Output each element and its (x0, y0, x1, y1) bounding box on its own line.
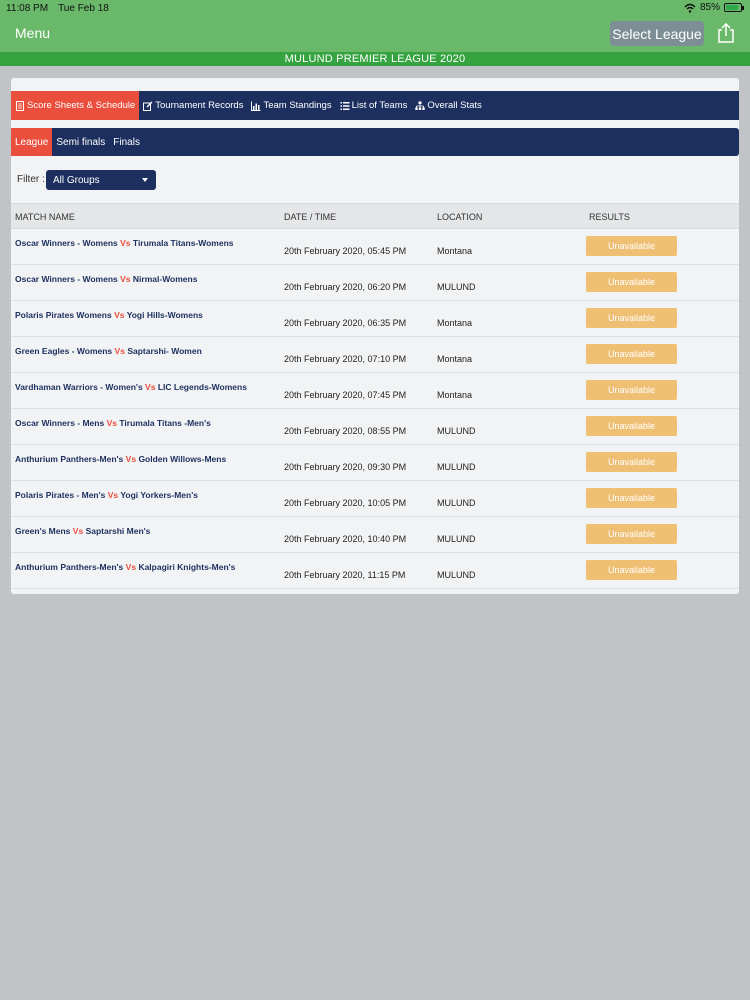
match-datetime: 20th February 2020, 08:55 PM (284, 426, 407, 436)
bar-chart-icon (251, 101, 261, 111)
tab-list-of-teams[interactable]: List of Teams (336, 91, 412, 120)
result-button[interactable]: Unavailable (586, 344, 677, 364)
league-title-banner: MULUND PREMIER LEAGUE 2020 (0, 52, 750, 66)
table-row: Green Eagles - Womens Vs Saptarshi- Wome… (11, 337, 739, 373)
match-datetime: 20th February 2020, 07:10 PM (284, 354, 407, 364)
match-datetime: 20th February 2020, 11:15 PM (284, 570, 406, 580)
filter-selected-value: All Groups (53, 174, 100, 186)
match-name[interactable]: Vardhaman Warriors - Women's Vs LIC Lege… (15, 382, 247, 392)
status-time: 11:08 PM (6, 2, 49, 14)
result-button[interactable]: Unavailable (586, 560, 677, 580)
match-location: Montana (437, 318, 473, 328)
select-league-button[interactable]: Select League (610, 21, 704, 46)
table-row: Polaris Pirates Womens Vs Yogi Hills-Wom… (11, 301, 739, 337)
match-location: Montana (437, 246, 473, 256)
match-location: MULUND (437, 282, 476, 292)
table-row: Green's Mens Vs Saptarshi Men's 20th Feb… (11, 517, 739, 553)
match-name[interactable]: Polaris Pirates Womens Vs Yogi Hills-Wom… (15, 310, 203, 320)
match-location: Montana (437, 354, 473, 364)
table-row: Anthurium Panthers-Men's Vs Kalpagiri Kn… (11, 553, 739, 589)
schedule-card: Score Sheets & Schedule Tournament Recor… (11, 78, 739, 594)
share-icon[interactable] (717, 23, 735, 43)
result-button[interactable]: Unavailable (586, 236, 677, 256)
battery-percent: 85% (699, 2, 720, 13)
match-datetime: 20th February 2020, 09:30 PM (284, 462, 407, 472)
group-filter-select[interactable]: All Groups (46, 170, 156, 190)
filter-label: Filter : (17, 174, 45, 185)
header-date-time: DATE / TIME (284, 212, 337, 222)
status-bar: 11:08 PM Tue Feb 18 85% (0, 0, 750, 16)
document-icon (16, 100, 24, 111)
match-datetime: 20th February 2020, 10:05 PM (284, 498, 407, 508)
top-bar: 11:08 PM Tue Feb 18 85% Menu Select Leag… (0, 0, 750, 52)
subtab-league[interactable]: League (11, 128, 53, 156)
main-tab-bar: Score Sheets & Schedule Tournament Recor… (11, 91, 739, 120)
match-location: MULUND (437, 498, 476, 508)
subtab-semi-finals[interactable]: Semi finals (52, 128, 109, 156)
stage-tab-bar: League Semi finals Finals (11, 128, 739, 156)
tab-label: Tournament Records (155, 100, 244, 111)
match-datetime: 20th February 2020, 05:45 PM (284, 246, 407, 256)
match-table-body: Oscar Winners - Womens Vs Tirumala Titan… (11, 229, 739, 589)
match-location: Montana (437, 390, 473, 400)
result-button[interactable]: Unavailable (586, 308, 677, 328)
match-name[interactable]: Anthurium Panthers-Men's Vs Kalpagiri Kn… (15, 562, 235, 572)
status-right: 85% (684, 2, 744, 13)
tab-label: Team Standings (263, 100, 332, 111)
match-name[interactable]: Anthurium Panthers-Men's Vs Golden Willo… (15, 454, 226, 464)
tab-label: Score Sheets & Schedule (27, 100, 136, 111)
result-button[interactable]: Unavailable (586, 524, 677, 544)
match-name[interactable]: Oscar Winners - Mens Vs Tirumala Titans … (15, 418, 211, 428)
match-location: MULUND (437, 570, 476, 580)
header-results: RESULTS (589, 212, 630, 222)
tab-tournament-records[interactable]: Tournament Records (139, 91, 247, 120)
edit-icon (143, 101, 153, 111)
match-location: MULUND (437, 462, 476, 472)
match-datetime: 20th February 2020, 06:35 PM (284, 318, 407, 328)
tab-label: List of Teams (351, 100, 408, 111)
tab-overall-stats[interactable]: Overall Stats (411, 91, 485, 120)
table-row: Vardhaman Warriors - Women's Vs LIC Lege… (11, 373, 739, 409)
table-row: Oscar Winners - Mens Vs Tirumala Titans … (11, 409, 739, 445)
match-location: MULUND (437, 534, 476, 544)
subtab-finals[interactable]: Finals (109, 128, 144, 156)
match-name[interactable]: Oscar Winners - Womens Vs Tirumala Titan… (15, 238, 234, 248)
table-row: Oscar Winners - Womens Vs Nirmal-Womens … (11, 265, 739, 301)
match-location: MULUND (437, 426, 476, 436)
table-row: Oscar Winners - Womens Vs Tirumala Titan… (11, 229, 739, 265)
table-row: Anthurium Panthers-Men's Vs Golden Willo… (11, 445, 739, 481)
match-name[interactable]: Green Eagles - Womens Vs Saptarshi- Wome… (15, 346, 202, 356)
header-location: LOCATION (437, 212, 483, 222)
table-header: MATCH NAME DATE / TIME LOCATION RESULTS (11, 203, 739, 229)
tab-label: Overall Stats (427, 100, 482, 111)
result-button[interactable]: Unavailable (586, 380, 677, 400)
table-row: Polaris Pirates - Men's Vs Yogi Yorkers-… (11, 481, 739, 517)
tab-score-sheets[interactable]: Score Sheets & Schedule (11, 91, 140, 120)
match-datetime: 20th February 2020, 06:20 PM (284, 282, 407, 292)
match-name[interactable]: Green's Mens Vs Saptarshi Men's (15, 526, 150, 536)
tab-team-standings[interactable]: Team Standings (247, 91, 335, 120)
wifi-icon (684, 3, 696, 13)
menu-button[interactable]: Menu (15, 25, 50, 41)
match-name[interactable]: Polaris Pirates - Men's Vs Yogi Yorkers-… (15, 490, 198, 500)
result-button[interactable]: Unavailable (586, 272, 677, 292)
match-datetime: 20th February 2020, 07:45 PM (284, 390, 407, 400)
header-match-name: MATCH NAME (15, 212, 75, 222)
result-button[interactable]: Unavailable (586, 488, 677, 508)
battery-icon (724, 3, 744, 12)
result-button[interactable]: Unavailable (586, 452, 677, 472)
result-button[interactable]: Unavailable (586, 416, 677, 436)
match-datetime: 20th February 2020, 10:40 PM (284, 534, 407, 544)
hierarchy-icon (415, 101, 426, 110)
status-date: Tue Feb 18 (58, 2, 109, 14)
list-icon (340, 101, 350, 110)
chevron-down-icon (142, 178, 148, 182)
match-name[interactable]: Oscar Winners - Womens Vs Nirmal-Womens (15, 274, 197, 284)
